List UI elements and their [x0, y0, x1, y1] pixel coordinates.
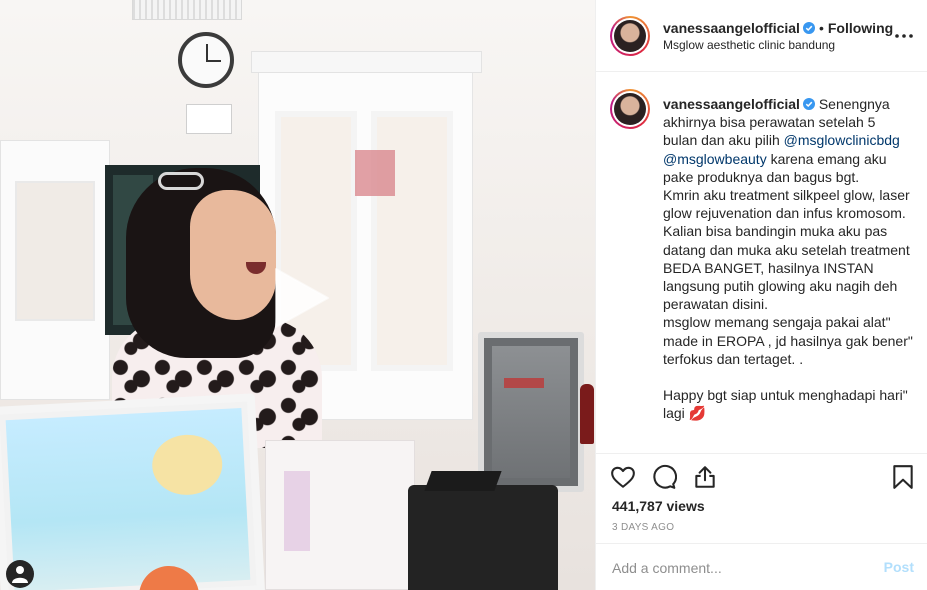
share-icon[interactable]: [692, 464, 718, 490]
cabinet-left: [0, 140, 110, 400]
comment-icon[interactable]: [651, 464, 677, 490]
post-header: vanessaangelofficial • Following Msglow ae…: [596, 0, 927, 72]
location-link[interactable]: Msglow aesthetic clinic bandung: [663, 38, 835, 52]
header-user-line: vanessaangelofficial • Following: [663, 20, 893, 36]
view-count[interactable]: 441,787 views: [612, 498, 705, 514]
lips-emoji: 💋: [688, 405, 707, 422]
caption-area: vanessaangelofficial Senengnya akhirnya …: [596, 73, 927, 453]
wall-clock: [178, 32, 234, 88]
monitor-right: [478, 332, 584, 492]
caption-line-4: msglow memang sengaja pakai alat" made i…: [663, 314, 913, 367]
user-tag-icon[interactable]: [6, 560, 34, 588]
printer: [408, 485, 558, 590]
caption-line-3: Kalian bisa bandingin muka aku pas datan…: [663, 223, 910, 313]
person-face: [190, 190, 276, 320]
caption-line-2: Kmrin aku treatment silkpeel glow, laser…: [663, 187, 910, 222]
sunglasses: [158, 172, 204, 190]
post-side-panel: vanessaangelofficial • Following Msglow ae…: [595, 0, 927, 590]
heart-icon[interactable]: [610, 464, 636, 490]
monitor-left: [0, 393, 266, 590]
comment-box: Post: [596, 543, 927, 590]
verified-badge-icon: [802, 22, 815, 34]
action-bar: 441,787 views 3 DAYS AGO: [596, 453, 927, 543]
caption-text: vanessaangelofficial Senengnya akhirnya …: [663, 95, 913, 423]
pink-box: [355, 150, 395, 196]
separator-dot: •: [818, 20, 824, 36]
following-button[interactable]: Following: [828, 20, 893, 36]
username-link[interactable]: vanessaangelofficial: [663, 20, 800, 36]
post-comment-button[interactable]: Post: [884, 559, 914, 575]
bookmark-icon[interactable]: [890, 464, 916, 490]
post-video[interactable]: [0, 0, 595, 590]
caption-username-link[interactable]: vanessaangelofficial: [663, 96, 800, 112]
avatar[interactable]: [610, 16, 650, 56]
comment-input[interactable]: [612, 558, 862, 578]
paper-stack: [265, 440, 415, 590]
play-icon[interactable]: [266, 265, 332, 331]
more-options-icon[interactable]: [892, 24, 916, 48]
verified-badge-icon: [802, 98, 815, 110]
mention-msglowclinicbdg[interactable]: @msglowclinicbdg: [784, 132, 900, 148]
wall-sign: [186, 104, 232, 134]
red-bottle: [580, 384, 594, 444]
air-conditioner: [132, 0, 242, 20]
post-timestamp[interactable]: 3 DAYS AGO: [612, 522, 674, 533]
mention-msglowbeauty[interactable]: @msglowbeauty: [663, 151, 767, 167]
caption-avatar[interactable]: [610, 89, 650, 129]
